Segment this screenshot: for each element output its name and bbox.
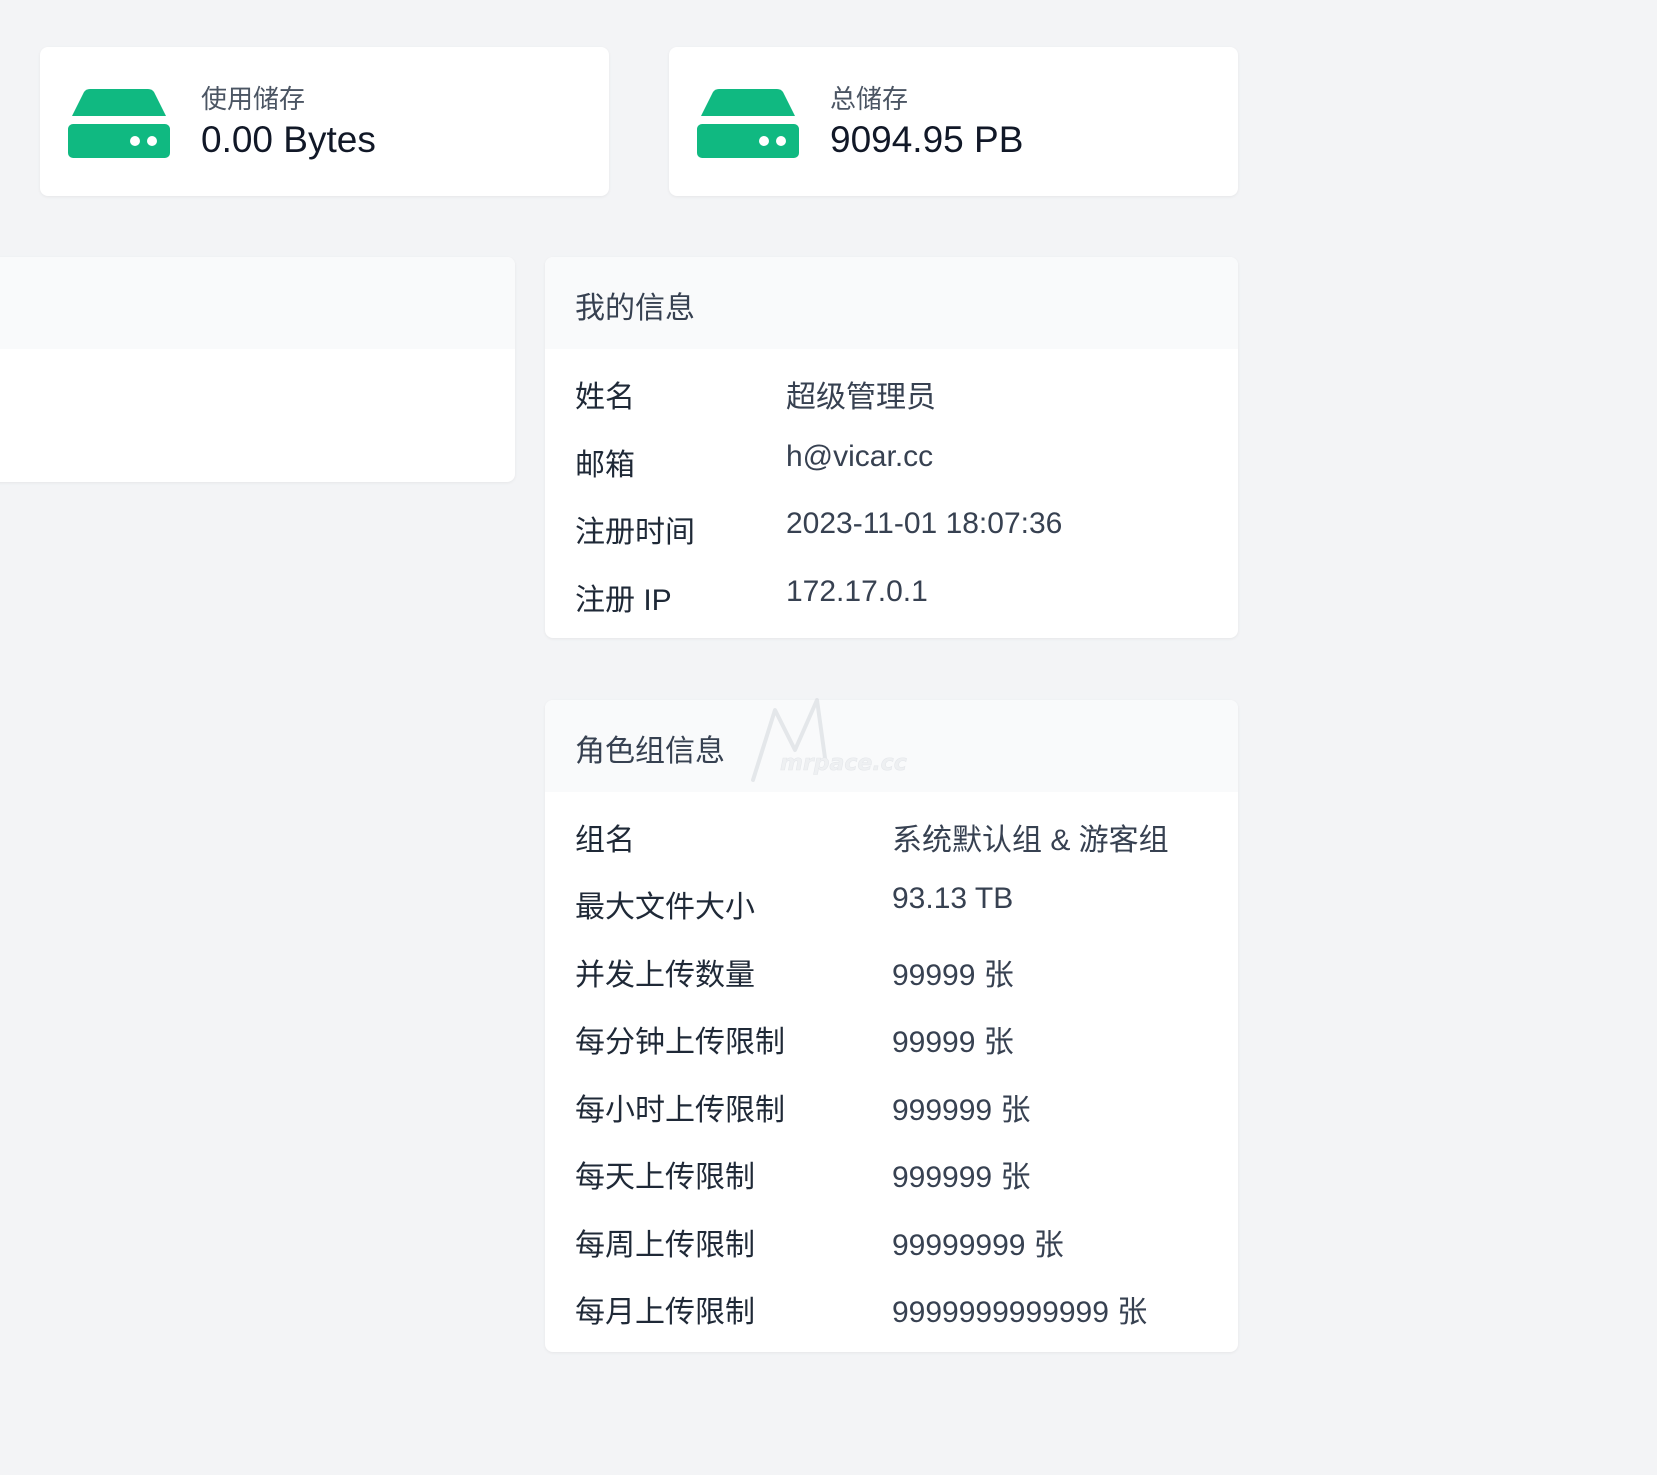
svg-text:mrpace.cc: mrpace.cc: [780, 751, 907, 776]
role-row-label: 并发上传数量: [575, 959, 755, 992]
total-storage-value: 9094.95 PB: [830, 119, 1024, 160]
total-storage-card: 总储存 9094.95 PB: [669, 47, 1238, 196]
role-row-value: 999999 张: [892, 1094, 1031, 1127]
used-storage-value: 0.00 Bytes: [201, 119, 376, 160]
role-info-card: 角色组信息 组名 系统默认组 & 游客组 最大文件大小 93.13 TB 并发上…: [545, 700, 1238, 1352]
left-panel-header: [0, 257, 515, 349]
role-row-value: 93.13 TB: [892, 882, 1014, 915]
used-storage-card: 使用储存 0.00 Bytes: [40, 47, 609, 196]
role-row-value: 999999 张: [892, 1161, 1031, 1194]
info-row-label: 注册时间: [575, 516, 695, 549]
info-row-label: 邮箱: [575, 449, 635, 482]
watermark-logo: mrpace.cc: [751, 698, 907, 782]
role-row-value: 系统默认组 & 游客组: [892, 824, 1169, 857]
total-storage-label: 总储存: [830, 84, 909, 114]
info-row-label: 姓名: [575, 381, 635, 414]
role-row-value: 99999 张: [892, 959, 1014, 992]
role-row-label: 最大文件大小: [575, 891, 755, 924]
info-row-label: 注册 IP: [575, 584, 672, 617]
role-info-title: 角色组信息: [575, 735, 725, 768]
info-row-value: 2023-11-01 18:07:36: [786, 507, 1063, 540]
my-info-header: 我的信息: [545, 257, 1238, 349]
role-row-label: 组名: [575, 824, 635, 857]
role-row-value: 99999999 张: [892, 1229, 1064, 1262]
hard-drive-icon: [68, 89, 170, 158]
my-info-card: 我的信息 姓名 超级管理员 邮箱 h@vicar.cc 注册时间 2023-11…: [545, 257, 1238, 638]
used-storage-label: 使用储存: [201, 84, 306, 114]
role-row-value: 99999 张: [892, 1026, 1014, 1059]
role-row-label: 每月上传限制: [575, 1296, 755, 1329]
left-panel-card: [0, 257, 515, 482]
role-row-label: 每周上传限制: [575, 1229, 755, 1262]
role-row-label: 每分钟上传限制: [575, 1026, 785, 1059]
my-info-title: 我的信息: [575, 292, 695, 325]
info-row-value: h@vicar.cc: [786, 440, 934, 473]
hard-drive-icon: [697, 89, 799, 158]
info-row-value: 超级管理员: [786, 381, 936, 414]
role-row-label: 每小时上传限制: [575, 1094, 785, 1127]
role-row-value: 9999999999999 张: [892, 1296, 1148, 1329]
info-row-value: 172.17.0.1: [786, 575, 928, 608]
role-row-label: 每天上传限制: [575, 1161, 755, 1194]
